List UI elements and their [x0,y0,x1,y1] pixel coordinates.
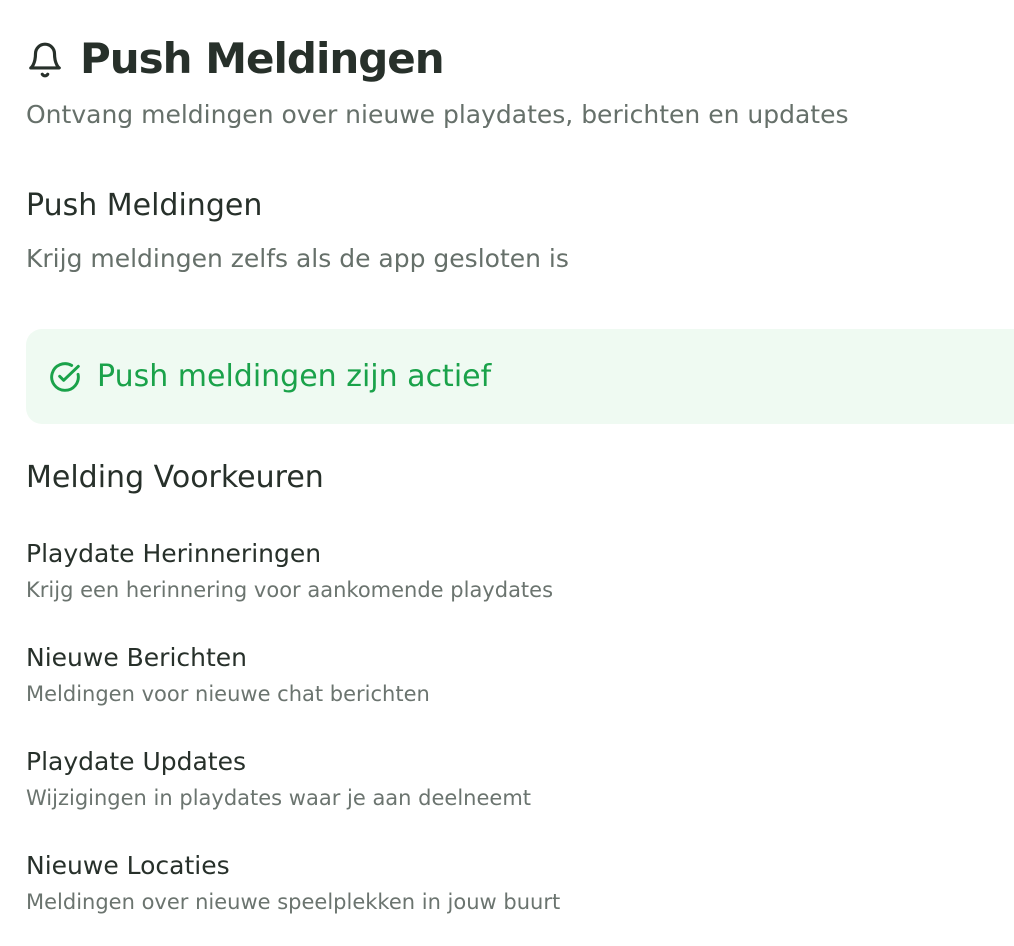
preference-item-new-messages[interactable]: Nieuwe Berichten Meldingen voor nieuwe c… [26,641,986,708]
page-title: Push Meldingen [80,34,445,83]
preference-description: Wijzigingen in playdates waar je aan dee… [26,786,532,810]
page-subtitle: Ontvang meldingen over nieuwe playdates,… [26,100,849,129]
bell-icon [26,41,64,79]
preference-description: Krijg een herinnering voor aankomende pl… [26,578,554,602]
push-status-banner: Push meldingen zijn actief [26,329,1014,424]
preference-item-new-locations[interactable]: Nieuwe Locaties Meldingen over nieuwe sp… [26,849,986,916]
push-section-description: Krijg meldingen zelfs als de app geslote… [26,244,569,273]
page-header: Push Meldingen [26,34,445,83]
preference-description: Meldingen over nieuwe speelplekken in jo… [26,890,561,914]
preference-item-playdate-reminders[interactable]: Playdate Herinneringen Krijg een herinne… [26,537,986,604]
preference-title: Playdate Herinneringen [26,539,322,568]
preference-title: Playdate Updates [26,747,247,776]
check-circle-icon [49,361,81,393]
preference-description: Meldingen voor nieuwe chat berichten [26,682,430,706]
preference-title: Nieuwe Berichten [26,643,248,672]
preference-title: Nieuwe Locaties [26,851,230,880]
preferences-heading: Melding Voorkeuren [26,460,324,495]
preference-item-playdate-updates[interactable]: Playdate Updates Wijzigingen in playdate… [26,745,986,812]
push-status-text: Push meldingen zijn actief [97,359,492,394]
push-section-heading: Push Meldingen [26,188,263,223]
